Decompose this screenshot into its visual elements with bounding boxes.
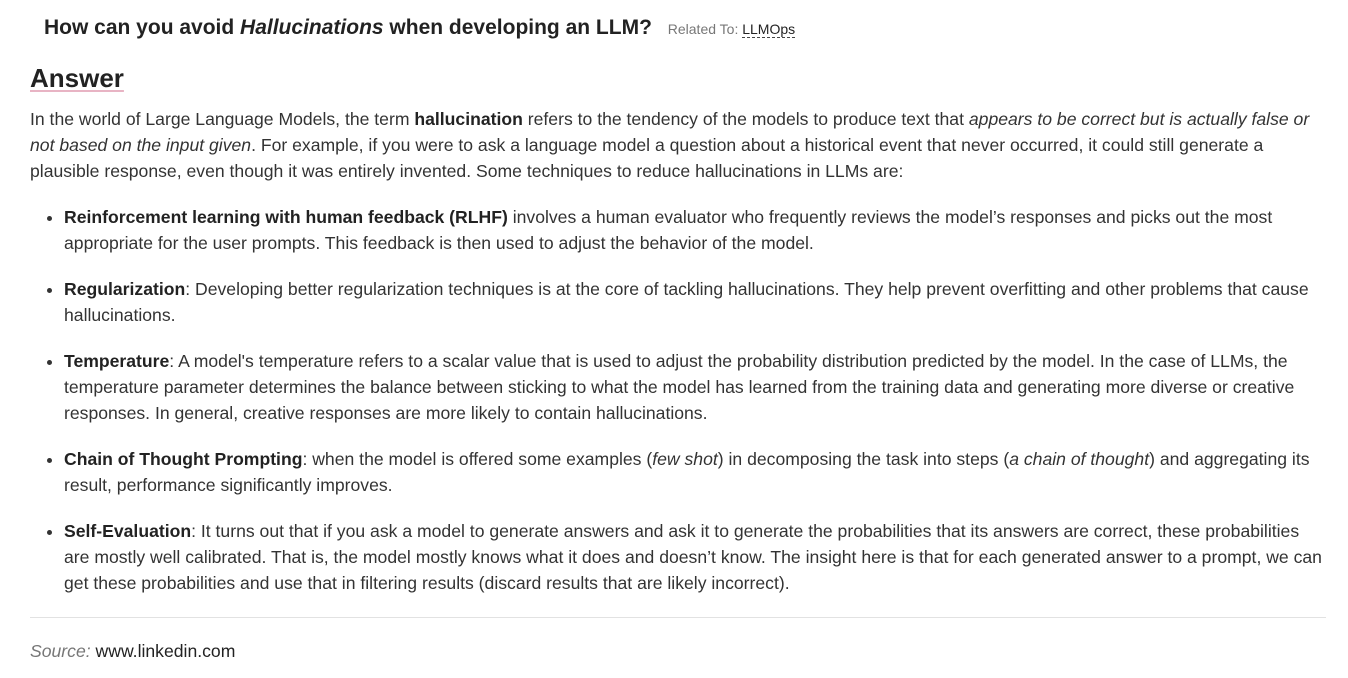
answer-body: In the world of Large Language Models, t…	[30, 106, 1326, 596]
list-item-text: ) in decomposing the task into steps (	[717, 449, 1010, 469]
related-to: Related To: LLMOps	[667, 21, 796, 38]
related-topic-link[interactable]: LLMOps	[742, 21, 796, 38]
techniques-list: Reinforcement learning with human feedba…	[30, 204, 1326, 596]
list-item-term: Regularization	[64, 279, 186, 299]
question-emphasis: Hallucinations	[240, 16, 384, 39]
list-item-term: Self-Evaluation	[64, 521, 192, 541]
related-label: Related To:	[667, 21, 743, 37]
intro-text-2: refers to the tendency of the models to …	[522, 109, 969, 129]
intro-bold-term: hallucination	[414, 109, 523, 129]
divider	[30, 617, 1326, 618]
list-item-temperature: Temperature: A model's temperature refer…	[64, 348, 1326, 426]
list-item-text: : It turns out that if you ask a model t…	[64, 521, 1322, 593]
list-item-term: Temperature	[64, 351, 170, 371]
question-suffix: when developing an LLM?	[383, 16, 652, 39]
source-link[interactable]: www.linkedin.com	[96, 641, 236, 661]
source-line: Source: www.linkedin.com	[30, 640, 235, 662]
list-item-regularization: Regularization: Developing better regula…	[64, 276, 1326, 328]
list-item-term: Chain of Thought Prompting	[64, 449, 303, 469]
list-item-rlhf: Reinforcement learning with human feedba…	[64, 204, 1326, 256]
list-item-italic: a chain of thought	[1009, 449, 1150, 469]
list-item-text: : Developing better regularization techn…	[64, 279, 1309, 325]
answer-heading: Answer	[30, 63, 124, 93]
question-title: How can you avoid Hallucinations when de…	[44, 16, 796, 40]
answer-intro: In the world of Large Language Models, t…	[30, 106, 1326, 184]
list-item-chain-of-thought: Chain of Thought Prompting: when the mod…	[64, 446, 1326, 498]
list-item-term: Reinforcement learning with human feedba…	[64, 207, 508, 227]
list-item-text: : when the model is offered some example…	[302, 449, 653, 469]
intro-text-1: In the world of Large Language Models, t…	[30, 109, 415, 129]
list-item-text: : A model's temperature refers to a scal…	[64, 351, 1295, 423]
source-label: Source:	[30, 641, 91, 661]
list-item-self-evaluation: Self-Evaluation: It turns out that if yo…	[64, 518, 1326, 596]
list-item-italic: few shot	[652, 449, 718, 469]
question-prefix: How can you avoid	[44, 16, 241, 39]
